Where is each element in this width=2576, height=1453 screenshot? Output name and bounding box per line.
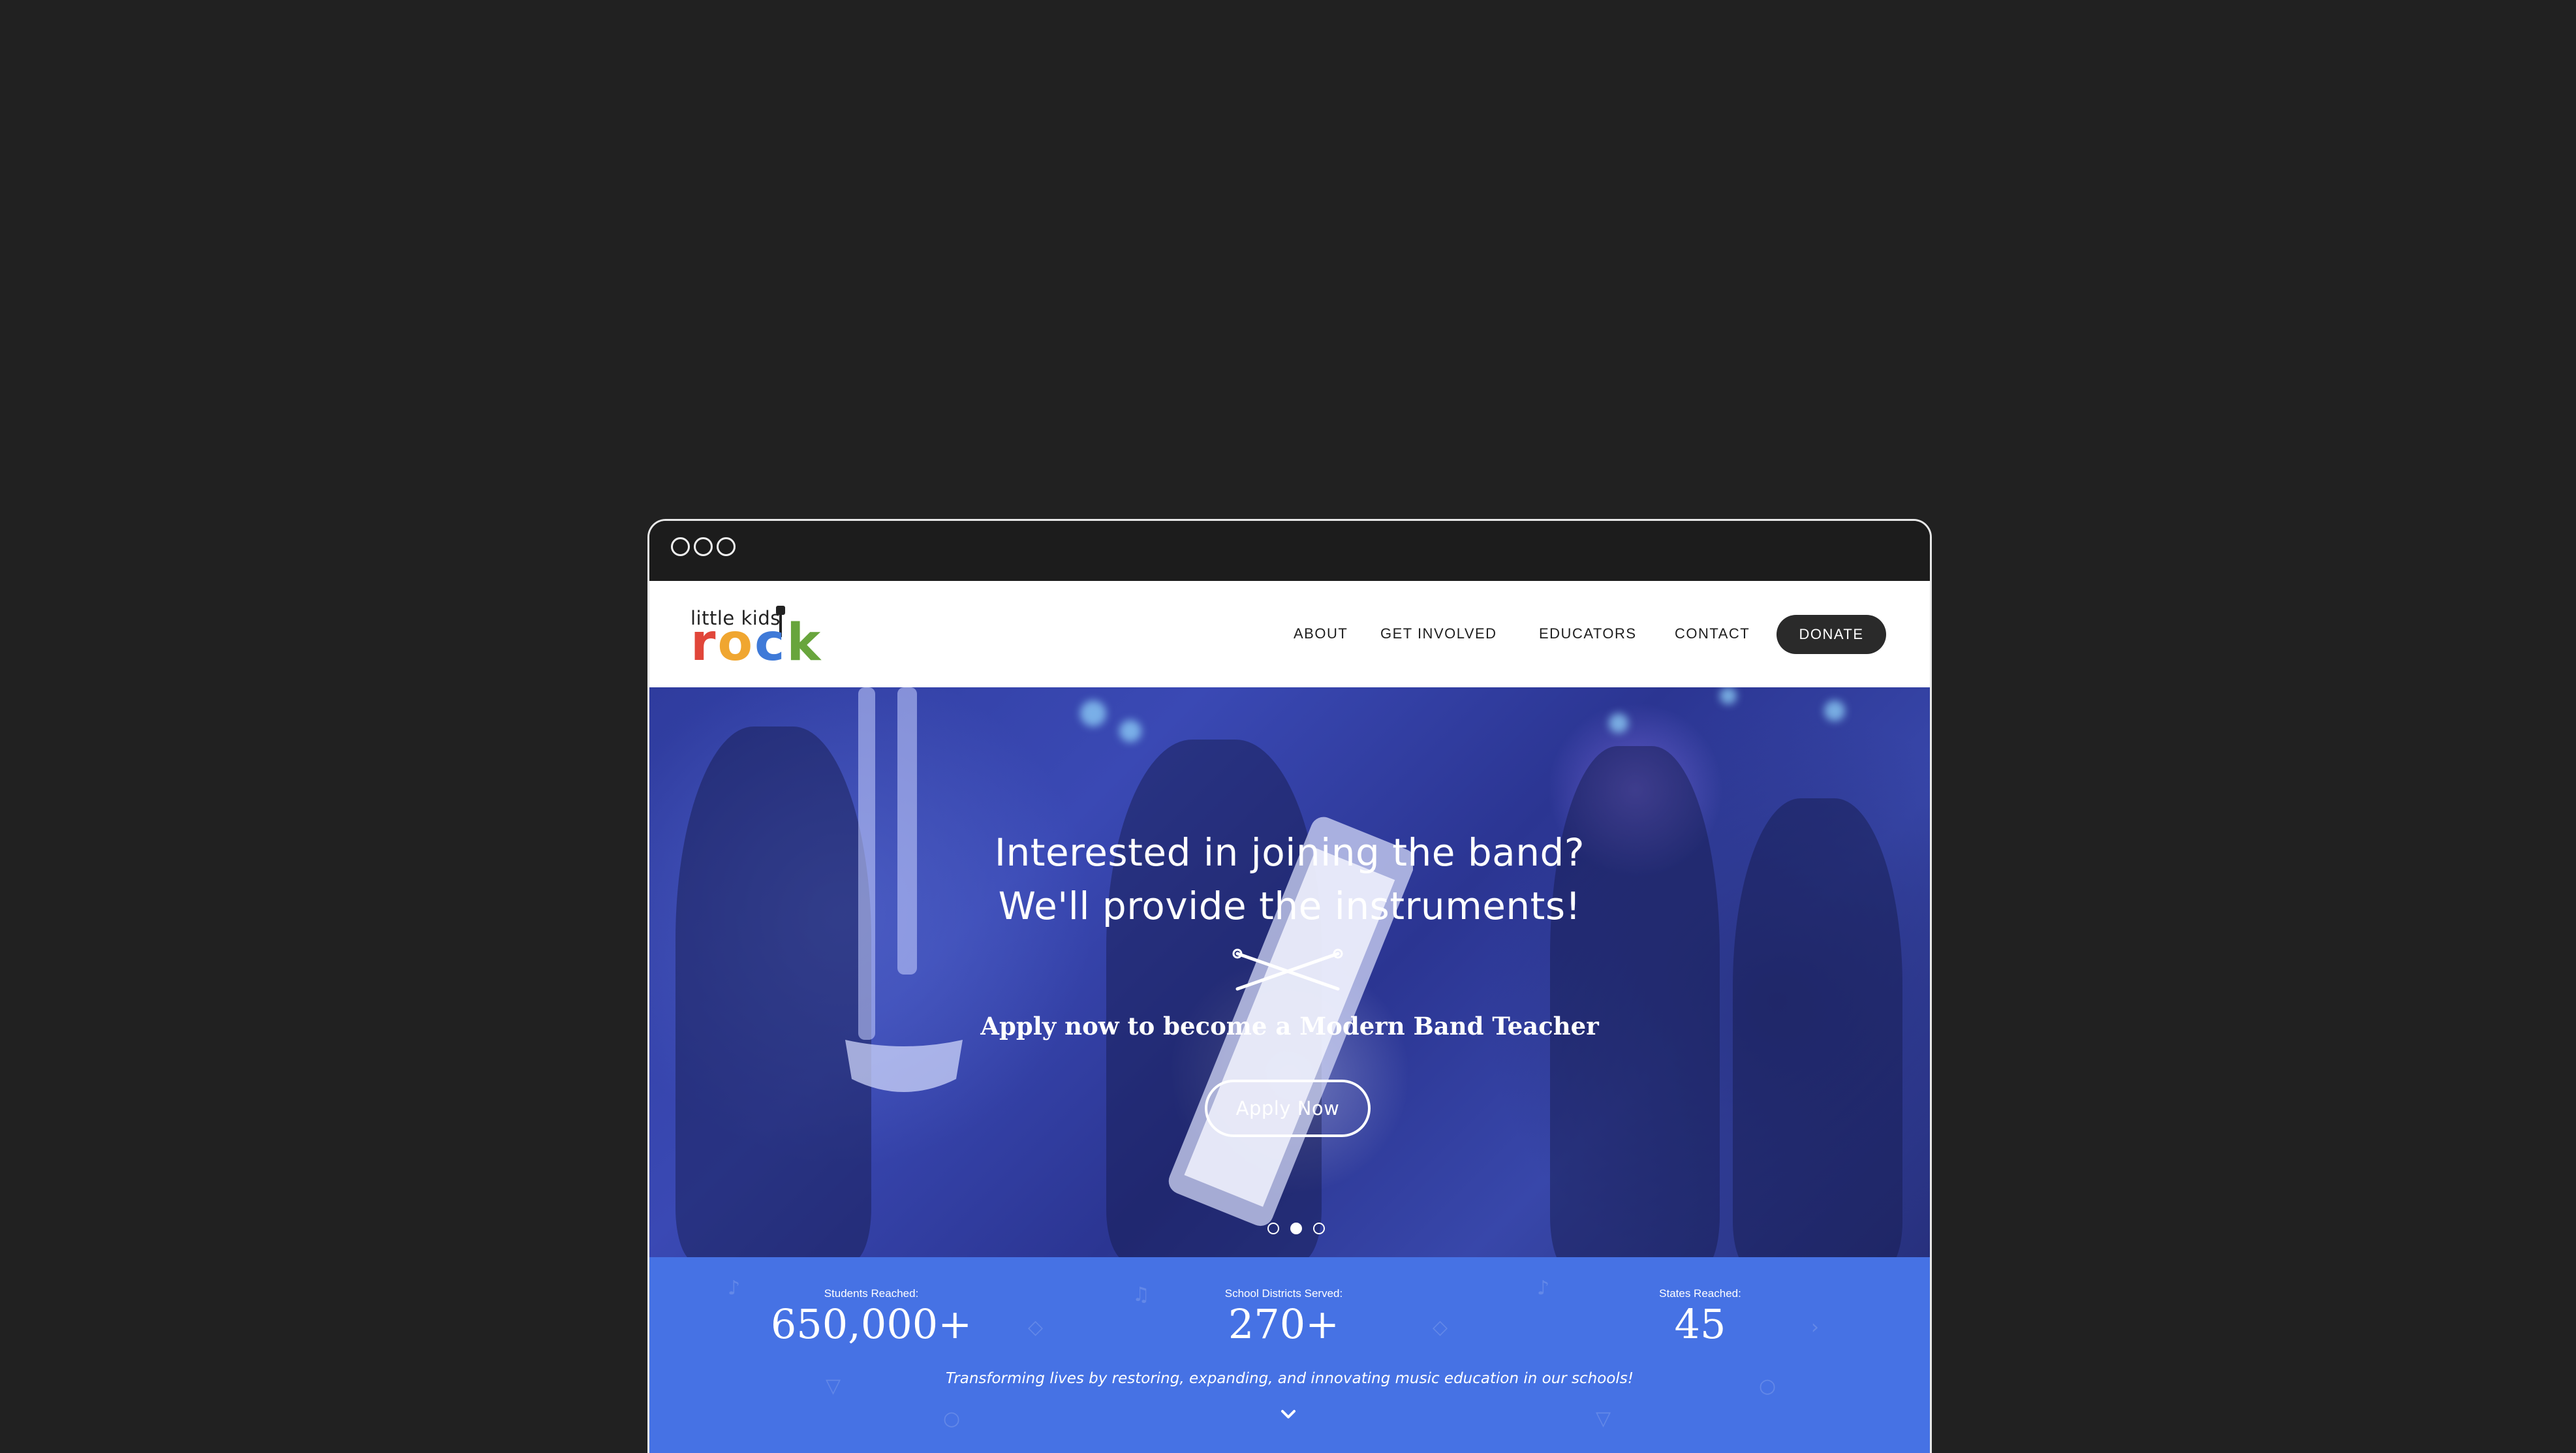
stat-districts: School Districts Served: 270+	[1153, 1287, 1414, 1348]
window-maximize-icon[interactable]	[717, 537, 736, 556]
circle-decoration: ○	[943, 1407, 961, 1430]
logo-letter: c	[754, 614, 787, 672]
stage-light	[1609, 713, 1628, 733]
music-note-decoration: ♪	[728, 1277, 741, 1300]
browser-window: little kids rock ABOUT GET INVOLVED EDUC…	[647, 519, 1932, 1453]
stat-label: School Districts Served:	[1224, 1287, 1343, 1300]
logo-letter: r	[691, 614, 718, 672]
carousel-dots	[1267, 1223, 1333, 1238]
logo-letter: o	[717, 614, 755, 672]
stat-value: 270+	[1228, 1300, 1340, 1348]
stat-value: 45	[1674, 1300, 1726, 1348]
web-page: little kids rock ABOUT GET INVOLVED EDUC…	[649, 581, 1930, 1453]
stat-label: Students Reached:	[824, 1287, 919, 1300]
stat-states: States Reached: 45	[1570, 1287, 1831, 1348]
browser-title-bar	[649, 521, 1930, 581]
stage-light	[1824, 700, 1845, 721]
hero-slider: Interested in joining the band? We'll pr…	[649, 687, 1930, 1257]
stat-label: States Reached:	[1659, 1287, 1741, 1300]
carousel-dot[interactable]	[1267, 1223, 1279, 1234]
stats-band: ♪ ▽ ◇ ○ ♫ ◇ ♪ ○ ▽ › Students Reached: 65…	[649, 1257, 1930, 1453]
music-note-decoration: ♫	[1132, 1283, 1150, 1306]
mission-tagline: Transforming lives by restoring, expandi…	[946, 1370, 1634, 1387]
window-close-icon[interactable]	[671, 537, 690, 556]
carousel-dot[interactable]	[1313, 1223, 1325, 1234]
triangle-decoration: ▽	[1596, 1407, 1611, 1430]
nav-about[interactable]: ABOUT	[1294, 625, 1348, 642]
nav-contact[interactable]: CONTACT	[1675, 625, 1750, 642]
apply-now-button[interactable]: Apply Now	[1205, 1080, 1371, 1137]
hero-title: Interested in joining the band? We'll pr…	[649, 826, 1930, 933]
donate-button[interactable]: DONATE	[1777, 615, 1886, 654]
carousel-dot-active[interactable]	[1290, 1223, 1302, 1234]
music-note-decoration: ♪	[1537, 1277, 1550, 1300]
window-minimize-icon[interactable]	[694, 537, 713, 556]
stage-light	[1119, 720, 1141, 742]
performer-silhouette	[1550, 746, 1720, 1257]
hero-title-line: We'll provide the instruments!	[998, 884, 1581, 928]
stat-students: Students Reached: 650,000+	[741, 1287, 1002, 1348]
nav-educators[interactable]: EDUCATORS	[1539, 625, 1637, 642]
stat-value: 650,000+	[770, 1300, 972, 1348]
drumsticks-icon	[1232, 948, 1343, 991]
diamond-decoration: ◇	[1433, 1316, 1448, 1339]
hero-subtitle: Apply now to become a Modern Band Teache…	[980, 1012, 1599, 1040]
logo-text-large: rock	[691, 617, 822, 668]
site-header: little kids rock ABOUT GET INVOLVED EDUC…	[649, 581, 1930, 687]
stage-light	[1720, 687, 1737, 704]
chevron-down-icon[interactable]	[1279, 1407, 1298, 1422]
diamond-decoration: ◇	[1028, 1316, 1044, 1339]
nav-get-involved[interactable]: GET INVOLVED	[1380, 625, 1497, 642]
logo-letter: k	[786, 614, 823, 672]
hero-title-line: Interested in joining the band?	[994, 830, 1585, 875]
logo[interactable]: little kids rock	[691, 606, 820, 668]
stage-light	[1080, 700, 1106, 726]
